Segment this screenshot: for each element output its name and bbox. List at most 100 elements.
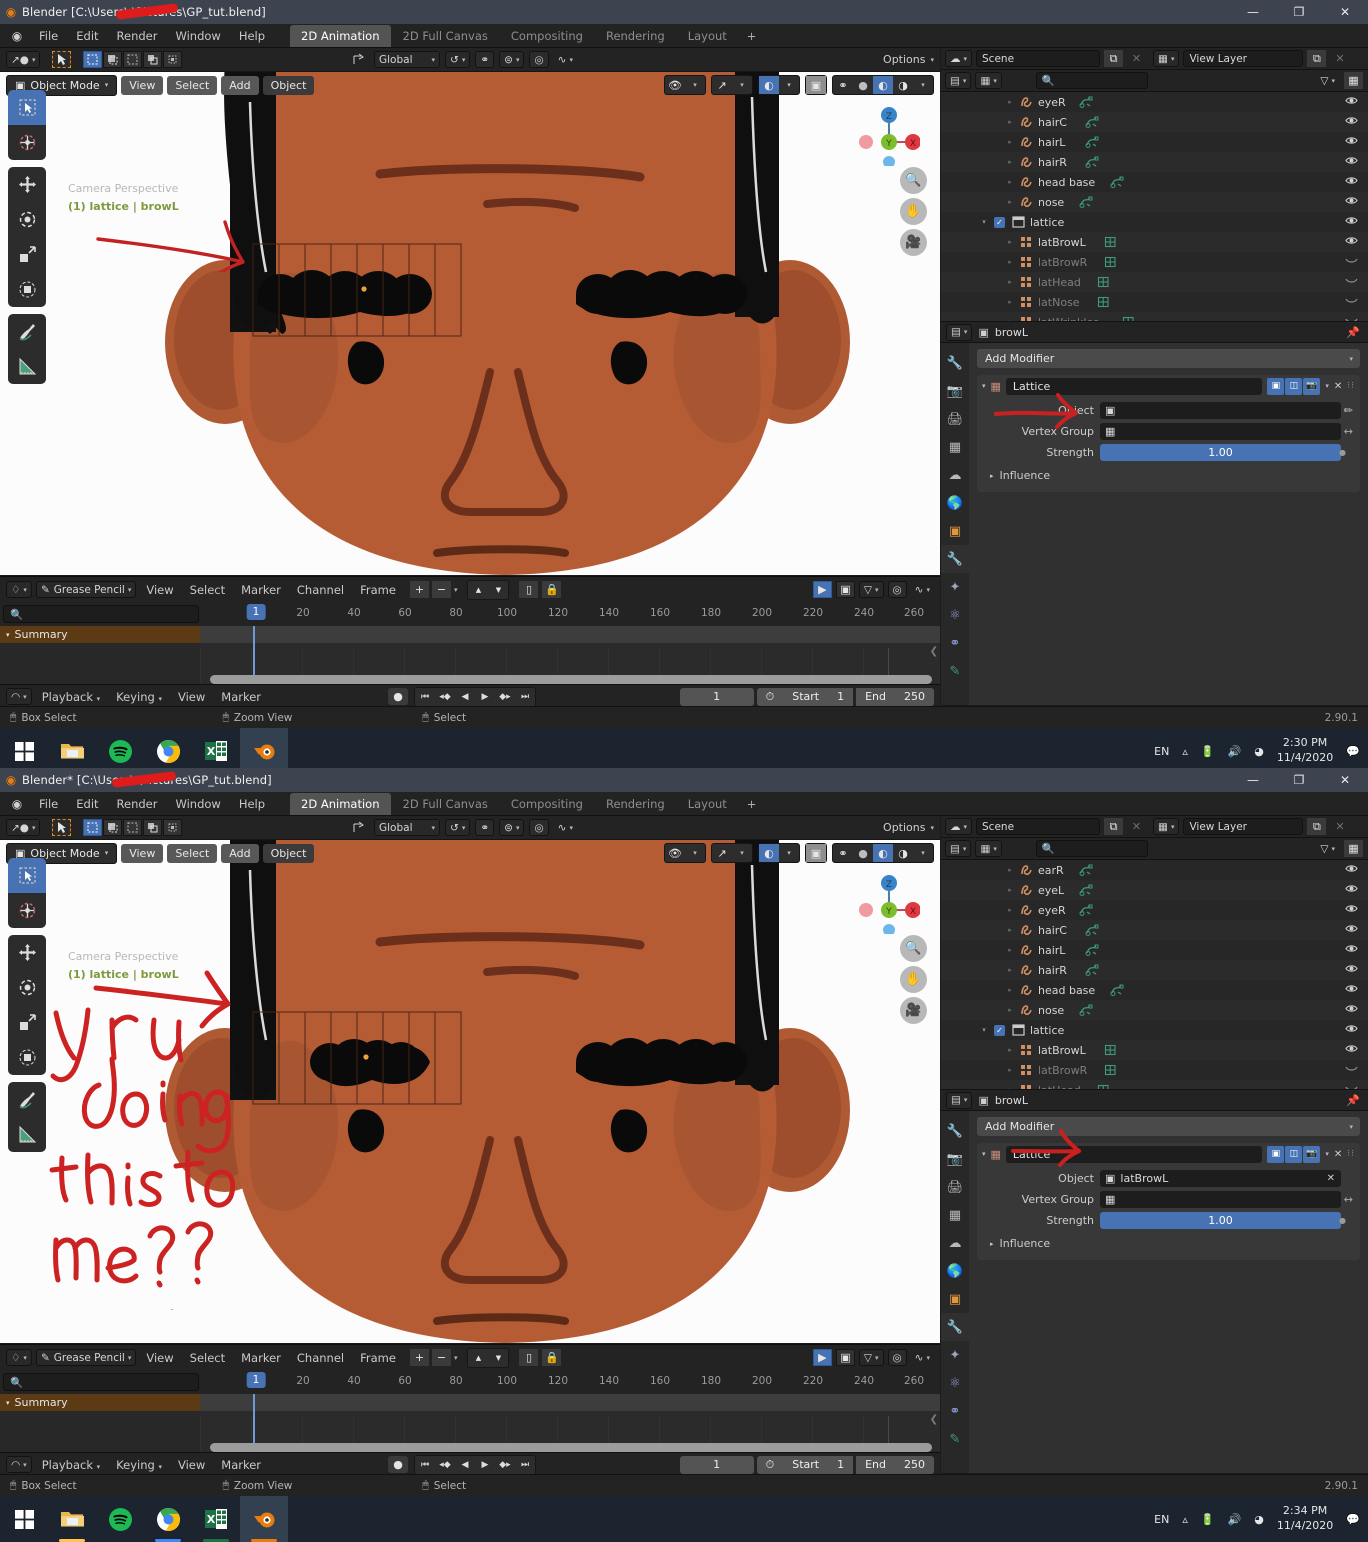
collection-checkbox[interactable]: ✓ xyxy=(994,216,1005,228)
filter-funnel-icon[interactable]: ▽ ▾ xyxy=(1316,72,1339,89)
proportional-edit-icon[interactable]: ◎ xyxy=(887,581,907,598)
timeline-editor-type-icon[interactable]: ◠ ▾ xyxy=(6,688,32,705)
outliner-item-latbrowr[interactable]: ▸ latBrowR xyxy=(941,252,1368,272)
menu-edit[interactable]: Edit xyxy=(67,24,107,48)
properties-tab-tool-icon[interactable]: 🔧 xyxy=(941,1117,969,1145)
material-preview-icon[interactable]: ◐ xyxy=(873,76,893,94)
pin-icon[interactable]: 📌 xyxy=(1346,326,1360,339)
move-up-icon[interactable]: ▲ xyxy=(468,581,488,599)
snap-magnet-icon[interactable]: ⚭ xyxy=(475,819,495,836)
modifier-header-1[interactable]: ▾ ▦ Lattice ▣ ◫ 📷 ▾ ✕ ⁝⁝ xyxy=(977,375,1360,397)
move-tool-icon[interactable] xyxy=(8,935,46,970)
subtract-select-icon[interactable] xyxy=(123,51,143,68)
menu-help[interactable]: Help xyxy=(230,24,274,48)
channel-summary-1[interactable]: ▾ Summary xyxy=(0,626,200,643)
move-up-icon[interactable]: ▲ xyxy=(468,1349,488,1367)
wifi-icon[interactable]: ◕ xyxy=(1254,1513,1264,1526)
modifier-extras-icon[interactable]: ▾ xyxy=(1325,382,1329,390)
material-preview-icon[interactable]: ◐ xyxy=(873,844,893,862)
triangle-right-icon[interactable]: ▸ xyxy=(1005,178,1015,186)
box-select-icon[interactable]: ▣ xyxy=(835,581,855,598)
rotate-tool-icon[interactable] xyxy=(8,202,46,237)
pin-icon[interactable]: 📌 xyxy=(1346,1094,1360,1107)
jump-keyframe-prev-icon[interactable]: ◂◆ xyxy=(435,1456,455,1474)
jump-to-end-icon[interactable]: ⏭ xyxy=(515,1456,535,1474)
viewport-nav-buttons-2[interactable]: 🔍 ✋ 🎥 xyxy=(900,935,927,1028)
lattice-modifier-panel-2[interactable]: ▾ ▦ Lattice ▣ ◫ 📷 ▾ ✕ ⁝⁝ Object ▣ latBro… xyxy=(977,1143,1360,1260)
editor-type-icon[interactable]: ↗● ▾ xyxy=(6,819,41,836)
triangle-right-icon[interactable]: ▸ xyxy=(1005,258,1015,266)
menu-window[interactable]: Window xyxy=(166,24,229,48)
visibility-eye-icon[interactable] xyxy=(1345,1003,1358,1017)
menu-window[interactable]: Window xyxy=(166,792,229,816)
proportional-editing-icon[interactable]: ◎ xyxy=(529,819,549,836)
modifier-strength-row-2[interactable]: Strength 1.00 ● xyxy=(982,1210,1355,1230)
outliner-item-latbrowr[interactable]: ▸ latBrowR xyxy=(941,1060,1368,1080)
grease-pencil-canvas-2[interactable] xyxy=(0,840,940,1343)
grease-pencil-canvas-1[interactable] xyxy=(0,72,940,575)
viewport-menu-object[interactable]: Object xyxy=(262,75,315,95)
visibility-eye-icon[interactable] xyxy=(1345,883,1358,897)
outliner-item-lattice[interactable]: ▾ ✓ lattice xyxy=(941,212,1368,232)
menu-edit[interactable]: Edit xyxy=(67,792,107,816)
dopesheet-ruler-2[interactable]: 1 20 40 60 80 100 120 140 160 180 200 22… xyxy=(202,1370,940,1394)
pivot-point-icon[interactable]: ↺ ▾ xyxy=(445,819,471,836)
render-display-icon[interactable]: 📷 xyxy=(1303,1145,1321,1163)
system-tray-1[interactable]: EN ▵ 🔋 🔊 ◕ 2:30 PM 11/4/2020 💬 xyxy=(1154,736,1360,766)
properties-editor-2[interactable]: ▤ ▾ ▣ browL 📌 🔧 📷 🖨 ▦ ☁ 🌎 ▣ 🔧 ✦ ⚛ ⚭ ✎ Add Modifier ▾… xyxy=(941,1089,1368,1473)
falloff-curve-icon[interactable]: ∿ ▾ xyxy=(911,1349,934,1366)
jump-to-end-icon[interactable]: ⏭ xyxy=(515,688,535,706)
properties-body-2[interactable]: 🔧 📷 🖨 ▦ ☁ 🌎 ▣ 🔧 ✦ ⚛ ⚭ ✎ Add Modifier ▾ ▾ ▦ Lattice … xyxy=(941,1111,1368,1473)
triangle-right-icon[interactable]: ▸ xyxy=(1005,298,1015,306)
remove-keyframe-icon[interactable]: − xyxy=(431,1349,451,1366)
properties-tab-scene-icon[interactable]: ☁ xyxy=(941,461,969,489)
play-reverse-icon[interactable]: ◀ xyxy=(455,688,475,706)
outliner-item-eyer[interactable]: ▸ eyeR xyxy=(941,900,1368,920)
set-select-icon[interactable] xyxy=(83,819,103,836)
new-scene-copy-icon[interactable]: ⧉ xyxy=(1104,818,1124,835)
properties-tab-object-icon[interactable]: ▣ xyxy=(941,1285,969,1313)
viewport-menu-select[interactable]: Select xyxy=(167,843,218,863)
scene-icon[interactable]: ☁ ▾ xyxy=(945,818,973,835)
properties-tab-view-layer-icon[interactable]: ▦ xyxy=(941,1201,969,1229)
system-tray-2[interactable]: EN ▵ 🔋 🔊 ◕ 2:34 PM 11/4/2020 💬 xyxy=(1154,1504,1360,1534)
outliner-item-hairr[interactable]: ▸ hairR xyxy=(941,960,1368,980)
dopesheet-ruler-1[interactable]: 1 20 40 60 80 100 120 140 160 180 200 22… xyxy=(202,602,940,626)
add-workspace-button[interactable]: + xyxy=(739,793,765,815)
rendered-icon[interactable]: ◑ xyxy=(893,76,913,94)
properties-tab-view-layer-icon[interactable]: ▦ xyxy=(941,433,969,461)
vertex-group-field-2[interactable]: ▦ ↔ xyxy=(1100,1190,1353,1208)
notification-icon[interactable]: 💬 xyxy=(1346,1513,1360,1526)
add-modifier-button[interactable]: Add Modifier ▾ xyxy=(977,349,1360,368)
visibility-eye-icon[interactable] xyxy=(1345,1023,1358,1037)
add-keyframe-icon[interactable]: + xyxy=(409,1349,429,1366)
visibility-eye-icon[interactable] xyxy=(1345,963,1358,977)
visibility-eye-icon[interactable] xyxy=(1345,195,1358,209)
dopesheet-mode-dropdown[interactable]: ✎ Grease Pencil ▾ xyxy=(35,581,137,598)
blender-menu-icon[interactable]: ◉ xyxy=(4,29,30,43)
wireframe-icon[interactable]: ⚭ xyxy=(833,76,853,94)
triangle-right-icon[interactable]: ▸ xyxy=(1005,1006,1015,1014)
dopesheet-menu-channel[interactable]: Channel xyxy=(291,583,350,597)
remove-scene-icon[interactable]: ✕ xyxy=(1127,50,1146,67)
measure-tool-icon[interactable] xyxy=(8,349,46,384)
collection-checkbox[interactable]: ✓ xyxy=(994,1024,1005,1036)
tab-2d-animation[interactable]: 2D Animation xyxy=(290,792,391,815)
properties-tab-physics-icon[interactable]: ⚛ xyxy=(941,601,969,629)
battery-icon[interactable]: 🔋 xyxy=(1201,1513,1215,1526)
start-windows-icon[interactable] xyxy=(0,1496,48,1542)
menu-file[interactable]: File xyxy=(30,792,67,816)
visibility-eye-icon[interactable] xyxy=(1345,135,1358,149)
dopesheet-editor-type-icon[interactable]: ♢ ▾ xyxy=(6,581,32,598)
properties-body-1[interactable]: 🔧 📷 🖨 ▦ ☁ 🌎 ▣ 🔧 ✦ ⚛ ⚭ ✎ Add Modifier ▾ ▾ ▦ Lattice … xyxy=(941,343,1368,705)
tab-rendering[interactable]: Rendering xyxy=(595,25,676,47)
outliner-item-lathead[interactable]: ▸latHead xyxy=(941,1080,1368,1089)
outliner-item-hairr[interactable]: ▸ hairR xyxy=(941,152,1368,172)
triangle-right-icon[interactable]: ▸ xyxy=(1005,278,1015,286)
frame-range-fields[interactable]: ⏱ Start 1 xyxy=(756,1455,854,1474)
windows-taskbar-2[interactable]: X EN ▵ 🔋 🔊 ◕ 2:34 PM 11/4/2020 💬 xyxy=(0,1496,1368,1542)
tweak-tool-icon[interactable] xyxy=(8,858,46,893)
tab-2d-full-canvas[interactable]: 2D Full Canvas xyxy=(392,793,499,815)
dopesheet-menu-view[interactable]: View xyxy=(140,583,179,597)
outliner-search-input[interactable]: 🔍 xyxy=(1035,72,1148,89)
